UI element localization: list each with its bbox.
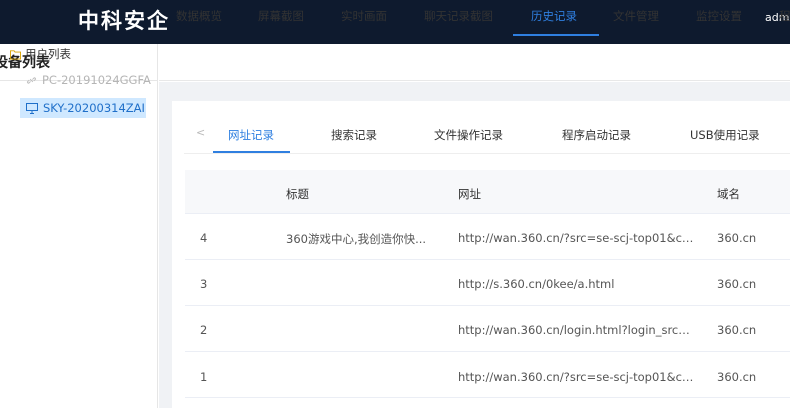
device-label: SKY-20200314ZAI bbox=[43, 101, 145, 115]
nav-tab-data-overview[interactable]: 数据概览 bbox=[176, 0, 222, 37]
cell-index: 2 bbox=[200, 323, 208, 337]
column-header-title[interactable]: 标题 bbox=[286, 186, 309, 202]
disconnected-link-icon bbox=[26, 76, 37, 84]
tree-item-device-selected[interactable]: SKY-20200314ZAI bbox=[20, 98, 146, 118]
nav-tab-history[interactable]: 历史记录 bbox=[531, 0, 577, 37]
nav-tab-chat-screenshots[interactable]: 聊天记录截图 bbox=[424, 0, 493, 37]
main-nav-bar bbox=[159, 44, 790, 81]
nav-tab-monitor-settings[interactable]: 监控设置 bbox=[696, 0, 742, 37]
tree-node-user-list[interactable]: 用户列表 bbox=[10, 46, 71, 62]
device-label: PC-20191024GGFA bbox=[42, 73, 151, 87]
column-header-url[interactable]: 网址 bbox=[458, 186, 481, 202]
monitor-icon bbox=[26, 102, 38, 114]
cell-domain: 360.cn bbox=[717, 370, 757, 384]
nav-tab-live-view[interactable]: 实时画面 bbox=[341, 0, 387, 37]
nav-active-indicator bbox=[513, 34, 599, 36]
subtab-usb-records[interactable]: USB使用记录 bbox=[690, 127, 760, 143]
brand-logo-text: 中科安企 bbox=[78, 9, 170, 33]
tree-item-device-offline[interactable]: PC-20191024GGFA bbox=[26, 70, 151, 90]
cell-domain: 360.cn bbox=[717, 277, 757, 291]
subtab-file-operation-records[interactable]: 文件操作记录 bbox=[434, 127, 503, 143]
subtab-search-records[interactable]: 搜索记录 bbox=[331, 127, 377, 143]
nav-tab-file-management[interactable]: 文件管理 bbox=[613, 0, 659, 37]
cell-url[interactable]: http://wan.360.cn/?src=se-scj-top01&ch..… bbox=[458, 231, 698, 245]
cell-domain: 360.cn bbox=[717, 231, 757, 245]
cell-title: 360游戏中心,我创造你快... bbox=[286, 232, 427, 246]
subtab-program-launch-records[interactable]: 程序启动记录 bbox=[562, 127, 631, 143]
cell-url[interactable]: http://s.360.cn/0kee/a.html bbox=[458, 277, 698, 291]
cell-index: 1 bbox=[200, 370, 208, 384]
cell-url[interactable]: http://wan.360.cn/login.html?login_src=i… bbox=[458, 323, 698, 337]
nav-tab-programs-truncated[interactable]: 程 bbox=[779, 0, 790, 37]
subtab-active-indicator bbox=[213, 151, 290, 153]
subtabs-prev-arrow[interactable]: < bbox=[196, 126, 205, 139]
tree-node-label: 用户列表 bbox=[25, 47, 71, 61]
subtab-url-records[interactable]: 网址记录 bbox=[228, 127, 274, 143]
table-header bbox=[185, 170, 790, 214]
cell-domain: 360.cn bbox=[717, 323, 757, 337]
cell-index: 4 bbox=[200, 231, 208, 245]
cell-url[interactable]: http://wan.360.cn/?src=se-scj-top01&ch..… bbox=[458, 370, 698, 384]
cell-index: 3 bbox=[200, 277, 208, 291]
nav-tab-screenshots[interactable]: 屏幕截图 bbox=[258, 0, 304, 37]
top-header: 中科安企 admin bbox=[0, 0, 790, 44]
column-header-domain[interactable]: 域名 bbox=[717, 186, 740, 202]
folder-icon bbox=[10, 49, 21, 60]
